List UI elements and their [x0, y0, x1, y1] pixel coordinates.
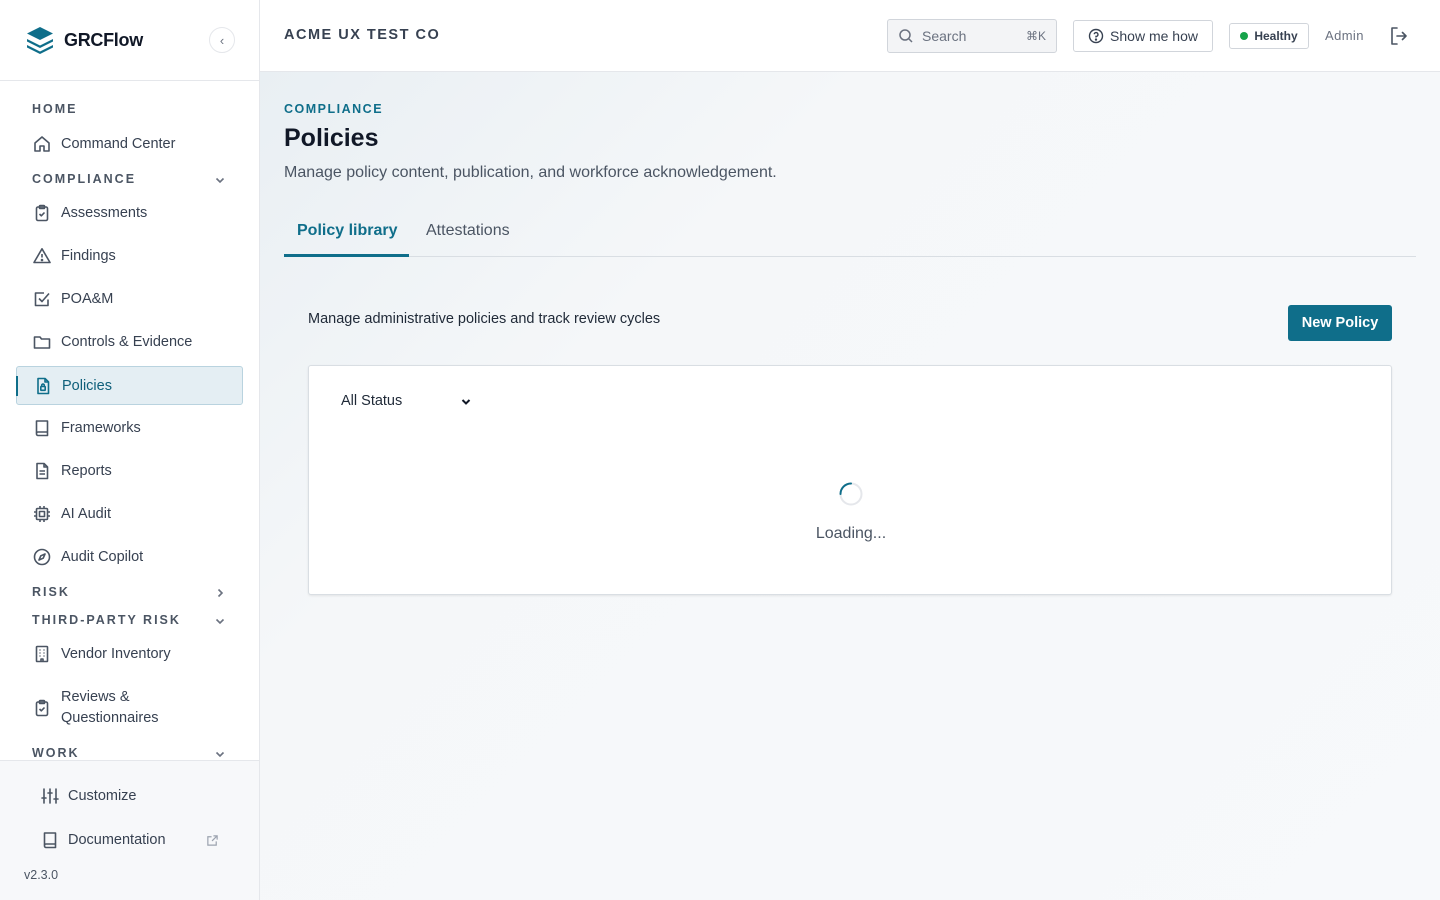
health-status-badge: Healthy	[1229, 23, 1309, 49]
new-policy-button[interactable]: New Policy	[1288, 305, 1392, 341]
tab-policy-library[interactable]: Policy library	[297, 222, 398, 240]
sidebar-item-label: AI Audit	[61, 506, 111, 522]
sidebar-item-vendor-inventory[interactable]: Vendor Inventory	[16, 635, 243, 673]
layers-logo-icon	[27, 27, 53, 54]
top-header: ACME UX TEST CO Search ⌘K Show me how He…	[260, 0, 1440, 72]
sidebar-item-label: Frameworks	[61, 420, 141, 436]
sidebar-footer: Customize Documentation v2.3.0	[0, 760, 259, 900]
sidebar-item-audit-copilot[interactable]: Audit Copilot	[16, 538, 243, 576]
section-home: HOME	[32, 102, 78, 116]
active-tab-indicator	[284, 254, 409, 257]
tab-attestations[interactable]: Attestations	[426, 222, 510, 240]
external-link-icon	[207, 835, 218, 846]
section-description: Manage administrative policies and track…	[308, 311, 661, 327]
search-shortcut: ⌘K	[1025, 29, 1046, 43]
clipboard-check-icon	[35, 204, 49, 222]
compass-icon	[33, 548, 51, 566]
sidebar-item-label: Reports	[61, 463, 112, 479]
chevron-left-icon: ‹	[219, 32, 225, 48]
search-input[interactable]: Search ⌘K	[887, 19, 1057, 53]
file-text-icon	[36, 462, 49, 480]
sidebar-item-reports[interactable]: Reports	[16, 452, 243, 490]
brand: GRCFlow ‹	[0, 0, 259, 81]
sidebar-item-reviews-questionnaires[interactable]: Reviews & Questionnaires	[16, 678, 243, 738]
chevron-down-icon	[461, 399, 471, 405]
page-title: Policies	[284, 124, 379, 152]
sidebar-item-controls-evidence[interactable]: Controls & Evidence	[16, 323, 243, 361]
logout-icon[interactable]	[1388, 25, 1410, 47]
main-content: COMPLIANCE Policies Manage policy conten…	[260, 72, 1440, 900]
document-lock-icon	[37, 377, 50, 394]
sidebar-item-poam[interactable]: POA&M	[16, 280, 243, 318]
sidebar: GRCFlow ‹ HOME Command Center COMPLIANCE…	[0, 0, 260, 900]
book-icon	[35, 420, 49, 437]
building-icon	[35, 645, 49, 663]
sidebar-item-assessments[interactable]: Assessments	[16, 194, 243, 232]
sidebar-item-ai-audit[interactable]: AI Audit	[16, 495, 243, 533]
page-eyebrow: COMPLIANCE	[284, 102, 384, 116]
page-description: Manage policy content, publication, and …	[284, 164, 777, 181]
loading-spinner-icon	[839, 482, 863, 506]
clipboard-check-icon	[35, 699, 49, 717]
sidebar-item-label: Audit Copilot	[61, 549, 144, 565]
section-work[interactable]: WORK	[32, 746, 80, 760]
status-dot-icon	[1240, 32, 1249, 40]
book-icon	[43, 832, 57, 849]
sidebar-item-label: Policies	[62, 377, 112, 394]
sidebar-item-label: Findings	[61, 248, 116, 264]
policy-list-card: All Status Loading...	[308, 365, 1392, 595]
section-third-party-risk[interactable]: THIRD-PARTY RISK	[32, 613, 181, 627]
customize-link[interactable]: Customize	[40, 786, 137, 806]
org-name: ACME UX TEST CO	[284, 27, 441, 43]
home-icon	[34, 136, 50, 152]
sidebar-item-policies[interactable]: Policies	[16, 366, 243, 405]
tabs: Policy library Attestations	[284, 208, 1416, 257]
loading-text: Loading...	[815, 525, 887, 542]
sidebar-item-frameworks[interactable]: Frameworks	[16, 409, 243, 447]
show-me-how-button[interactable]: Show me how	[1073, 20, 1213, 52]
app-version: v2.3.0	[24, 868, 59, 882]
chevron-down-icon[interactable]	[213, 747, 227, 760]
sidebar-item-label: Command Center	[61, 136, 176, 152]
search-placeholder: Search	[922, 28, 967, 44]
cpu-chip-icon	[34, 506, 50, 522]
sidebar-item-command-center[interactable]: Command Center	[16, 125, 243, 163]
section-compliance[interactable]: COMPLIANCE	[32, 172, 136, 186]
sliders-icon	[41, 788, 59, 804]
status-filter-select[interactable]: All Status	[341, 390, 481, 412]
folder-icon	[33, 336, 51, 349]
sidebar-item-label: Reviews & Questionnaires	[61, 689, 159, 726]
chevron-down-icon[interactable]	[213, 614, 227, 628]
sidebar-item-label: Assessments	[61, 205, 148, 221]
chevron-down-icon[interactable]	[213, 173, 227, 187]
search-icon	[899, 29, 913, 43]
user-role[interactable]: Admin	[1325, 28, 1364, 43]
sidebar-nav: HOME Command Center COMPLIANCE Assessmen…	[0, 81, 259, 760]
warning-triangle-icon	[33, 248, 51, 264]
brand-name: GRCFlow	[64, 29, 143, 50]
sidebar-item-findings[interactable]: Findings	[16, 237, 243, 275]
documentation-link[interactable]: Documentation	[40, 830, 166, 850]
sidebar-item-label: POA&M	[61, 291, 114, 307]
chevron-right-icon[interactable]	[213, 586, 227, 600]
section-risk[interactable]: RISK	[32, 585, 70, 599]
checkbox-icon	[34, 292, 50, 307]
help-circle-icon	[1088, 28, 1104, 44]
collapse-sidebar-button[interactable]: ‹	[209, 27, 235, 53]
sidebar-item-label: Vendor Inventory	[61, 646, 171, 662]
sidebar-item-label: Controls & Evidence	[61, 334, 193, 350]
